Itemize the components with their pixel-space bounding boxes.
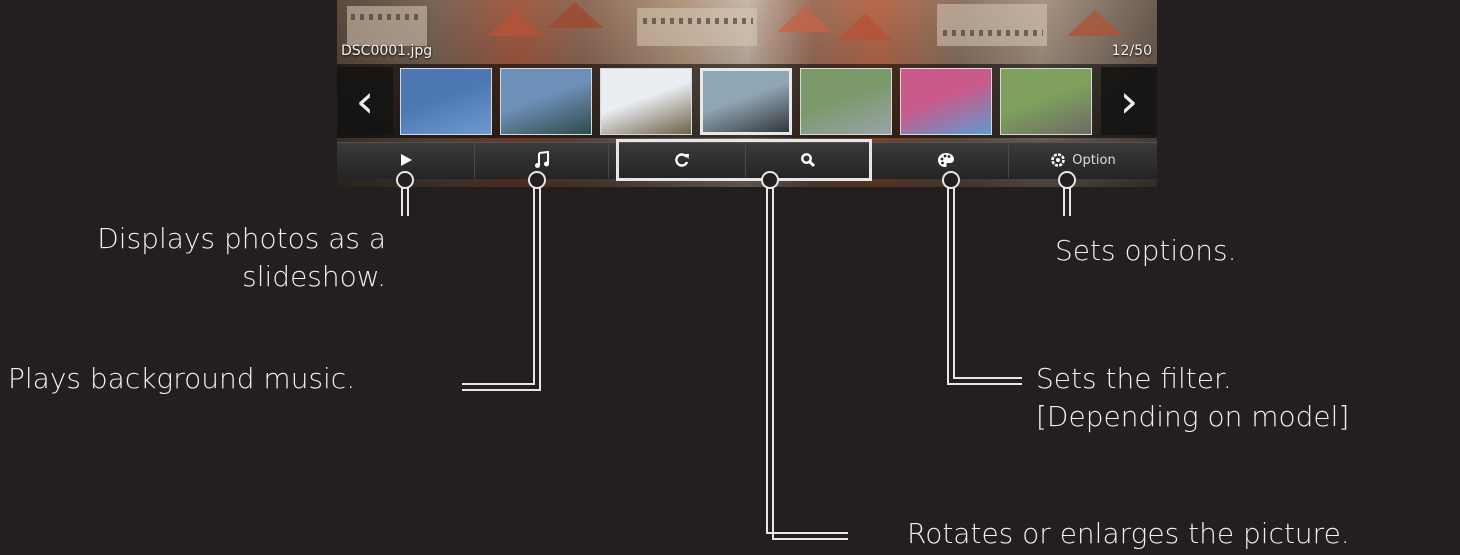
slideshow-caption-line1: Displays photos as a	[97, 222, 386, 255]
filter-caption: Sets the filter. [Depending on model]	[1036, 360, 1349, 436]
filter-caption-line2: [Depending on model]	[1036, 400, 1350, 433]
slideshow-caption-line2: slideshow.	[242, 260, 386, 293]
options-caption: Sets options.	[1055, 234, 1237, 267]
filter-caption-line1: Sets the filter.	[1036, 362, 1232, 395]
slideshow-caption: Displays photos as a slideshow.	[97, 220, 386, 296]
rotate-zoom-caption: Rotates or enlarges the picture.	[907, 517, 1350, 550]
music-caption: Plays background music.	[8, 362, 356, 395]
